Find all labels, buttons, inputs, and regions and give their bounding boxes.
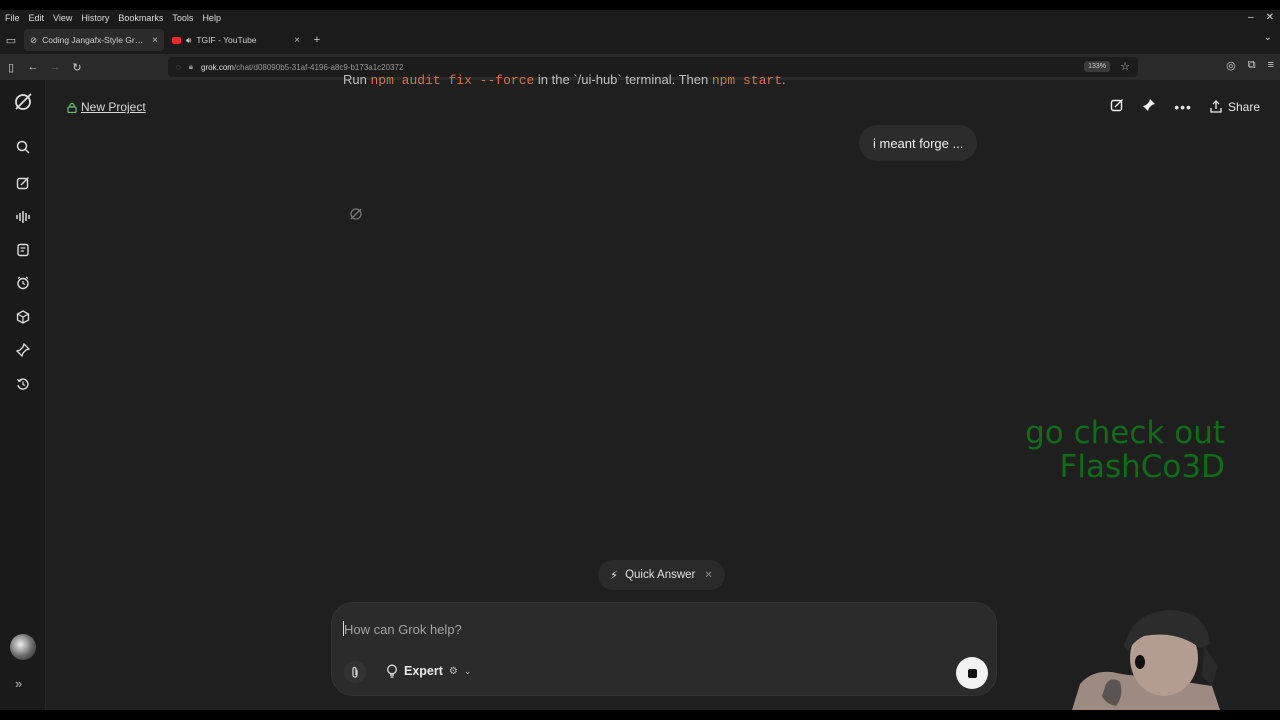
tab-youtube[interactable]: 🔊︎ TGIF - YouTube × bbox=[166, 29, 306, 51]
menu-help[interactable]: Help bbox=[198, 13, 225, 23]
quick-answer-chip[interactable]: ⚡︎ Quick Answer ✕ bbox=[598, 560, 725, 590]
grok-favicon-icon: ⊘ bbox=[30, 34, 38, 45]
grok-logo-icon[interactable] bbox=[13, 92, 33, 112]
menu-view[interactable]: View bbox=[49, 13, 76, 23]
browser-menubar: File Edit View History Bookmarks Tools H… bbox=[0, 10, 1280, 26]
attach-button[interactable] bbox=[344, 661, 366, 683]
tab-overflow-chevron-icon[interactable]: ⌄ bbox=[1264, 32, 1272, 43]
avatar[interactable] bbox=[10, 634, 36, 660]
url-host: grok.com bbox=[201, 62, 234, 72]
mode-selector[interactable]: Expert ⚙︎ ⌄ bbox=[386, 664, 471, 678]
loading-spinner-icon bbox=[350, 208, 362, 220]
menu-tools[interactable]: Tools bbox=[168, 13, 197, 23]
close-icon[interactable]: ✕ bbox=[704, 570, 712, 581]
assistant-message-cutoff: Run npm audit fix --force in the `/ui-hu… bbox=[343, 72, 786, 86]
new-project-label: New Project bbox=[81, 100, 146, 114]
promo-line-1: go check out bbox=[1025, 415, 1225, 451]
reload-icon[interactable]: ↻ bbox=[66, 61, 88, 74]
extensions-icon[interactable]: ⧉ bbox=[1248, 59, 1256, 72]
tab-coding-jangafx[interactable]: ⊘ Coding Jangafx-Style Graphi × bbox=[24, 29, 164, 51]
chat-composer[interactable]: How can Grok help? Expert ⚙︎ ⌄ bbox=[331, 602, 997, 696]
window-controls: – ✕ bbox=[1248, 12, 1274, 23]
new-chat-icon[interactable] bbox=[13, 173, 33, 193]
pin-chat-icon[interactable] bbox=[1142, 98, 1156, 115]
stop-icon bbox=[967, 668, 977, 678]
inline-code: npm audit fix --force bbox=[370, 73, 535, 86]
webcam-overlay bbox=[1072, 606, 1220, 710]
close-tab-icon[interactable]: × bbox=[152, 35, 158, 46]
toolbar-right: ◎ ⧉ ≡ bbox=[1226, 59, 1274, 72]
lightning-icon: ⚡︎ bbox=[610, 570, 619, 582]
screen-bottom-strip bbox=[0, 710, 1280, 720]
audio-playing-icon[interactable]: 🔊︎ bbox=[186, 35, 191, 46]
quick-answer-label: Quick Answer bbox=[625, 569, 696, 581]
stop-generation-button[interactable] bbox=[956, 657, 988, 689]
search-icon[interactable] bbox=[13, 137, 33, 157]
tab-title: TGIF - YouTube bbox=[196, 35, 257, 45]
app-menu-icon[interactable]: ≡ bbox=[1268, 59, 1274, 72]
files-icon[interactable] bbox=[13, 240, 33, 260]
menu-edit[interactable]: Edit bbox=[25, 13, 49, 23]
share-button[interactable]: Share bbox=[1210, 100, 1260, 114]
menu-bookmarks[interactable]: Bookmarks bbox=[114, 13, 167, 23]
brain-icon: ⚙︎ bbox=[448, 665, 458, 677]
lock-icon[interactable]: 🔒︎ bbox=[189, 62, 193, 72]
menu-file[interactable]: File bbox=[1, 13, 24, 23]
back-icon[interactable]: ← bbox=[22, 61, 44, 73]
app-sidebar: » bbox=[0, 80, 46, 710]
inline-code: npm start bbox=[711, 73, 783, 86]
screen-top-strip bbox=[0, 0, 1280, 10]
sidebar-toggle-icon[interactable]: ▯ bbox=[0, 61, 22, 74]
message-text: in the `/ui-hub` terminal. Then bbox=[534, 72, 712, 86]
promo-line-2: FlashCo3D bbox=[1059, 449, 1225, 485]
minimize-icon[interactable]: – bbox=[1248, 12, 1254, 23]
youtube-favicon-icon bbox=[172, 36, 181, 44]
forward-icon[interactable]: → bbox=[44, 61, 66, 73]
stream-overlay-promo: go check out FlashCo3D bbox=[990, 416, 1225, 484]
close-window-icon[interactable]: ✕ bbox=[1266, 12, 1274, 23]
new-tab-icon[interactable]: + bbox=[306, 34, 328, 46]
user-message-bubble: i meant forge ... bbox=[859, 125, 978, 161]
upload-icon bbox=[1210, 100, 1222, 113]
browser-tabbar: ▭ ⊘ Coding Jangafx-Style Graphi × 🔊︎ TGI… bbox=[0, 26, 1280, 54]
lightbulb-icon bbox=[387, 664, 397, 678]
share-label: Share bbox=[1227, 99, 1260, 114]
account-icon[interactable]: ◎ bbox=[1226, 59, 1236, 72]
menu-history[interactable]: History bbox=[77, 13, 113, 23]
voice-icon[interactable] bbox=[13, 207, 33, 227]
tab-title: Coding Jangafx-Style Graphi bbox=[42, 35, 148, 45]
lock-icon bbox=[67, 102, 77, 113]
url-path: /chat/d08090b5-31af-4196-a8c9-b173a1c203… bbox=[233, 62, 404, 72]
bookmark-star-icon[interactable]: ☆ bbox=[1120, 60, 1130, 73]
expand-sidebar-icon[interactable]: » bbox=[15, 676, 22, 691]
chevron-down-icon: ⌄ bbox=[463, 665, 472, 676]
new-project-link[interactable]: New Project bbox=[67, 100, 146, 114]
tasks-icon[interactable] bbox=[13, 273, 33, 293]
chat-header-actions: ••• Share bbox=[1110, 98, 1260, 115]
message-text: . bbox=[782, 72, 786, 86]
chat-input-placeholder[interactable]: How can Grok help? bbox=[344, 622, 462, 637]
more-options-icon[interactable]: ••• bbox=[1174, 99, 1192, 115]
zoom-level[interactable]: 133% bbox=[1084, 61, 1110, 72]
tab-list-icon[interactable]: ▭ bbox=[0, 34, 22, 47]
history-icon[interactable] bbox=[13, 374, 33, 394]
user-message-text: i meant forge ... bbox=[873, 135, 964, 151]
mode-label: Expert bbox=[404, 664, 443, 678]
close-tab-icon[interactable]: × bbox=[294, 35, 300, 46]
paperclip-icon bbox=[352, 666, 358, 678]
tracking-shield-icon[interactable]: ◌ bbox=[176, 63, 181, 72]
message-text: Run bbox=[343, 72, 371, 86]
edit-chat-icon[interactable] bbox=[1110, 98, 1124, 115]
projects-icon[interactable] bbox=[13, 307, 33, 327]
pin-icon[interactable] bbox=[13, 340, 33, 360]
